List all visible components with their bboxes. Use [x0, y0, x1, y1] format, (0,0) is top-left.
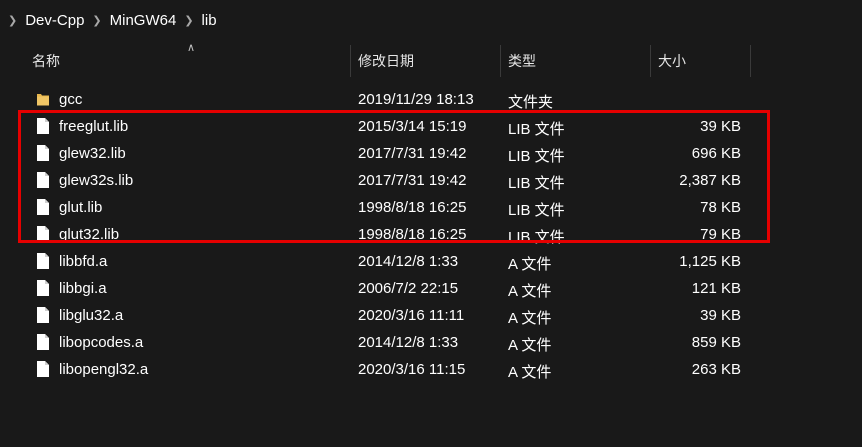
file-type: LIB 文件 [508, 148, 565, 165]
breadcrumb-item-lib[interactable]: lib [202, 12, 217, 29]
breadcrumb-chevron-icon[interactable]: ❯ [84, 14, 109, 27]
column-header-name[interactable]: 名称 [32, 45, 60, 77]
file-icon [37, 199, 49, 215]
breadcrumb-item-mingw64[interactable]: MinGW64 [110, 12, 177, 29]
list-item-file[interactable]: freeglut.lib 2015/3/14 15:19 LIB 文件 39 K… [7, 113, 862, 140]
sort-ascending-icon: ∧ [187, 42, 196, 54]
list-item-folder[interactable]: gcc 2019/11/29 18:13 文件夹 [7, 86, 862, 113]
list-item-file[interactable]: libopcodes.a 2014/12/8 1:33 A 文件 859 KB [7, 329, 862, 356]
file-modified: 2014/12/8 1:33 [358, 334, 459, 351]
list-item-file[interactable]: glut.lib 1998/8/18 16:25 LIB 文件 78 KB [7, 194, 862, 221]
file-modified: 1998/8/18 16:25 [358, 199, 467, 216]
file-type: A 文件 [508, 337, 552, 354]
file-icon [37, 361, 49, 377]
file-size: 696 KB [691, 145, 741, 162]
file-name: libglu32.a [59, 307, 124, 324]
file-type: LIB 文件 [508, 229, 565, 246]
file-type: LIB 文件 [508, 175, 565, 192]
list-item-file[interactable]: libbgi.a 2006/7/2 22:15 A 文件 121 KB [7, 275, 862, 302]
breadcrumb-chevron-icon[interactable]: ❯ [0, 14, 25, 27]
file-explorer-window: ❯ Dev-Cpp ❯ MinGW64 ❯ lib ∧ 名称 修改日期 类型 大… [0, 0, 862, 447]
file-type: LIB 文件 [508, 121, 565, 138]
breadcrumb-item-dev-cpp[interactable]: Dev-Cpp [25, 12, 84, 29]
list-item-file[interactable]: glew32.lib 2017/7/31 19:42 LIB 文件 696 KB [7, 140, 862, 167]
file-icon [37, 253, 49, 269]
file-size: 79 KB [700, 226, 741, 243]
file-type: A 文件 [508, 310, 552, 327]
address-bar[interactable]: ❯ Dev-Cpp ❯ MinGW64 ❯ lib [0, 0, 862, 40]
file-modified: 2015/3/14 15:19 [358, 118, 467, 135]
file-modified: 2006/7/2 22:15 [358, 280, 459, 297]
column-divider[interactable] [500, 45, 501, 77]
column-header-type[interactable]: 类型 [508, 45, 536, 77]
file-modified: 1998/8/18 16:25 [358, 226, 467, 243]
file-icon [37, 226, 49, 242]
file-modified: 2017/7/31 19:42 [358, 172, 467, 189]
folder-icon [37, 94, 49, 106]
file-name: libopcodes.a [59, 334, 144, 351]
file-size: 121 KB [691, 280, 741, 297]
file-size: 1,125 KB [679, 253, 741, 270]
file-name: glew32.lib [59, 145, 126, 162]
column-divider[interactable] [650, 45, 651, 77]
list-item-file[interactable]: libopengl32.a 2020/3/16 11:15 A 文件 263 K… [7, 356, 862, 383]
file-type: A 文件 [508, 283, 552, 300]
file-icon [37, 280, 49, 296]
file-modified: 2014/12/8 1:33 [358, 253, 459, 270]
file-type: A 文件 [508, 256, 552, 273]
file-modified: 2020/3/16 11:15 [358, 361, 466, 378]
file-name: gcc [59, 91, 83, 108]
file-type: 文件夹 [508, 94, 554, 111]
file-name: glut.lib [59, 199, 103, 216]
list-item-file[interactable]: libbfd.a 2014/12/8 1:33 A 文件 1,125 KB [7, 248, 862, 275]
file-icon [37, 307, 49, 323]
file-type: A 文件 [508, 364, 552, 381]
column-divider[interactable] [350, 45, 351, 77]
file-icon [37, 118, 49, 134]
column-header-modified[interactable]: 修改日期 [358, 45, 414, 77]
file-name: libopengl32.a [59, 361, 149, 378]
file-name: glew32s.lib [59, 172, 134, 189]
file-modified: 2020/3/16 11:11 [358, 307, 465, 324]
file-name: glut32.lib [59, 226, 120, 243]
file-size: 39 KB [700, 118, 741, 135]
list-item-file[interactable]: libglu32.a 2020/3/16 11:11 A 文件 39 KB [7, 302, 862, 329]
file-type: LIB 文件 [508, 202, 565, 219]
file-name: libbgi.a [59, 280, 107, 297]
file-name: libbfd.a [59, 253, 108, 270]
list-item-file[interactable]: glew32s.lib 2017/7/31 19:42 LIB 文件 2,387… [7, 167, 862, 194]
file-modified: 2017/7/31 19:42 [358, 145, 467, 162]
file-icon [37, 145, 49, 161]
file-size: 78 KB [700, 199, 741, 216]
file-size: 2,387 KB [679, 172, 741, 189]
file-list-panel: ∧ 名称 修改日期 类型 大小 gcc 2019/11/29 18:13 文件夹 [7, 41, 862, 447]
breadcrumb-chevron-icon[interactable]: ❯ [176, 14, 201, 27]
file-icon [37, 334, 49, 350]
file-name: freeglut.lib [59, 118, 129, 135]
column-header-size[interactable]: 大小 [658, 45, 686, 77]
file-size: 859 KB [691, 334, 741, 351]
file-list: gcc 2019/11/29 18:13 文件夹 freeglut.lib 20… [7, 86, 862, 383]
file-size: 263 KB [691, 361, 741, 378]
file-modified: 2019/11/29 18:13 [358, 91, 474, 108]
column-divider[interactable] [750, 45, 751, 77]
file-size: 39 KB [700, 307, 741, 324]
list-item-file[interactable]: glut32.lib 1998/8/18 16:25 LIB 文件 79 KB [7, 221, 862, 248]
file-icon [37, 172, 49, 188]
